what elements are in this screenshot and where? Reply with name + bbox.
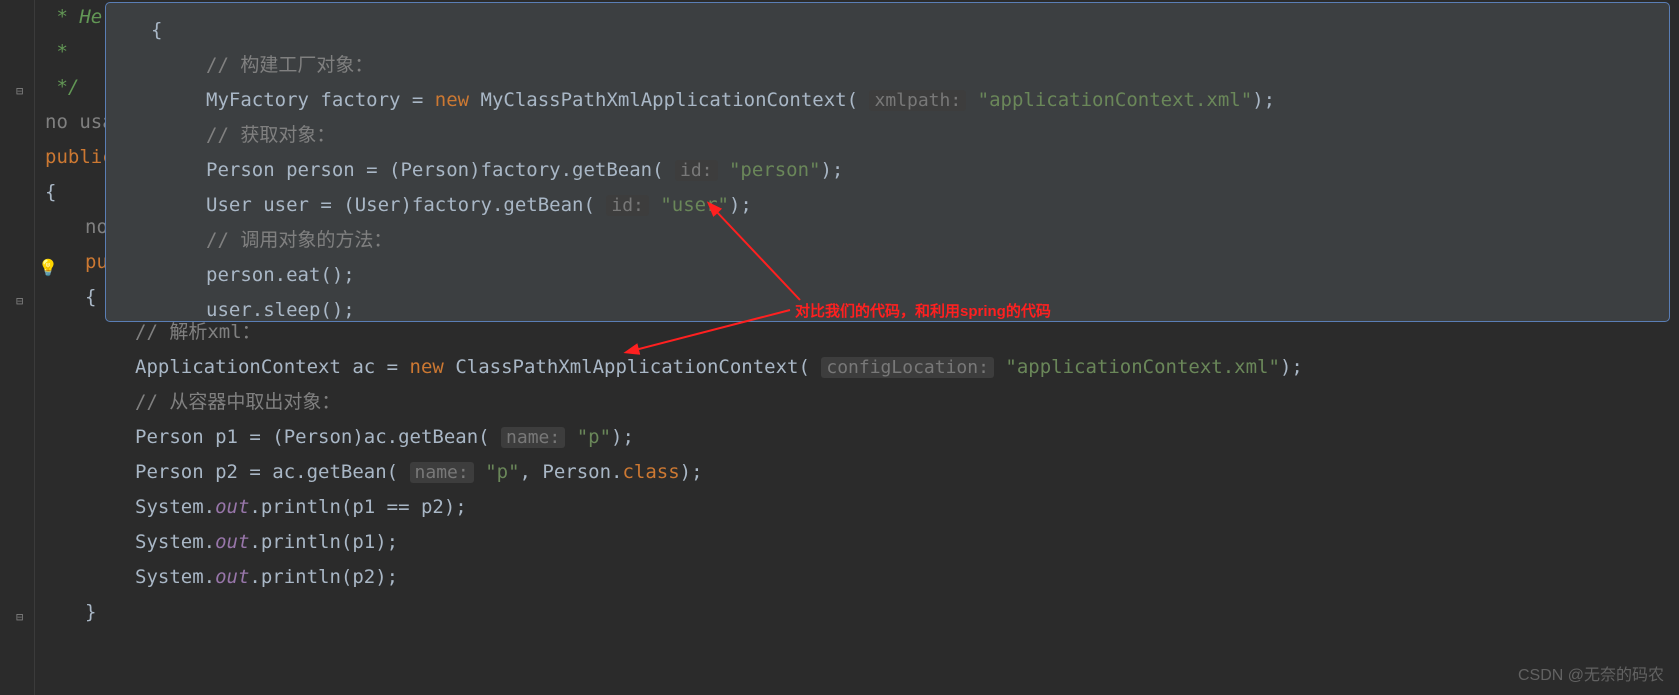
brace: { xyxy=(45,181,56,203)
string-literal: "p" xyxy=(485,461,519,483)
doc-comment: * Hel xyxy=(45,6,114,28)
keyword-public: public xyxy=(45,146,114,168)
code-text: .println(p1); xyxy=(249,531,398,553)
keyword-new: new xyxy=(410,356,444,378)
code-text: ApplicationContext ac = xyxy=(135,356,410,378)
string-literal: "applicationContext.xml" xyxy=(1005,356,1280,378)
code-text: ); xyxy=(1280,356,1303,378)
comment-line: // 从容器中取出对象： xyxy=(135,391,340,413)
keyword-new: new xyxy=(435,89,469,111)
static-field-out: out xyxy=(215,566,249,588)
brace: { xyxy=(85,286,96,308)
doc-comment: */ xyxy=(45,76,79,98)
param-hint: name: xyxy=(501,427,565,448)
documentation-popup[interactable]: { // 构建工厂对象： MyFactory factory = new MyC… xyxy=(105,2,1670,322)
code-text: user.sleep(); xyxy=(206,299,355,321)
annotation-label: 对比我们的代码，和利用spring的代码 xyxy=(795,300,1051,321)
code-text: ); xyxy=(1252,89,1275,111)
code-text: MyFactory factory = xyxy=(206,89,435,111)
code-text: System. xyxy=(135,566,215,588)
string-literal: "person" xyxy=(729,159,821,181)
code-text: ); xyxy=(820,159,843,181)
watermark-text: CSDN @无奈的码农 xyxy=(1518,661,1664,685)
param-hint: name: xyxy=(410,462,474,483)
code-text: User user = (User)factory.getBean( xyxy=(206,194,606,216)
comment-line: // 调用对象的方法： xyxy=(206,229,392,251)
comment-line: // 构建工厂对象： xyxy=(206,54,373,76)
string-literal: "p" xyxy=(577,426,611,448)
param-hint: configLocation: xyxy=(821,357,994,378)
code-text: .println(p1 == p2); xyxy=(249,496,466,518)
keyword-class: class xyxy=(622,461,679,483)
string-literal: "user" xyxy=(660,194,729,216)
code-text: .println(p2); xyxy=(249,566,398,588)
code-text: System. xyxy=(135,496,215,518)
static-field-out: out xyxy=(215,531,249,553)
string-literal: "applicationContext.xml" xyxy=(978,89,1253,111)
code-text: Person p1 = (Person)ac.getBean( xyxy=(135,426,501,448)
code-text: ClassPathXmlApplicationContext( xyxy=(444,356,822,378)
doc-comment: * xyxy=(45,41,68,63)
code-text: person.eat(); xyxy=(206,264,355,286)
brace: { xyxy=(151,19,162,41)
brace-close: } xyxy=(85,601,96,623)
code-text: Person p2 = ac.getBean( xyxy=(135,461,410,483)
param-hint: xmlpath: xyxy=(869,90,966,111)
param-hint: id: xyxy=(606,195,649,216)
code-text: MyClassPathXmlApplicationContext( xyxy=(469,89,869,111)
code-text: ); xyxy=(611,426,634,448)
param-hint: id: xyxy=(675,160,718,181)
code-text: , Person. xyxy=(520,461,623,483)
code-text: ); xyxy=(729,194,752,216)
code-text: ); xyxy=(680,461,703,483)
code-text: System. xyxy=(135,531,215,553)
static-field-out: out xyxy=(215,496,249,518)
code-text: Person person = (Person)factory.getBean( xyxy=(206,159,675,181)
comment-line: // 获取对象： xyxy=(206,124,335,146)
